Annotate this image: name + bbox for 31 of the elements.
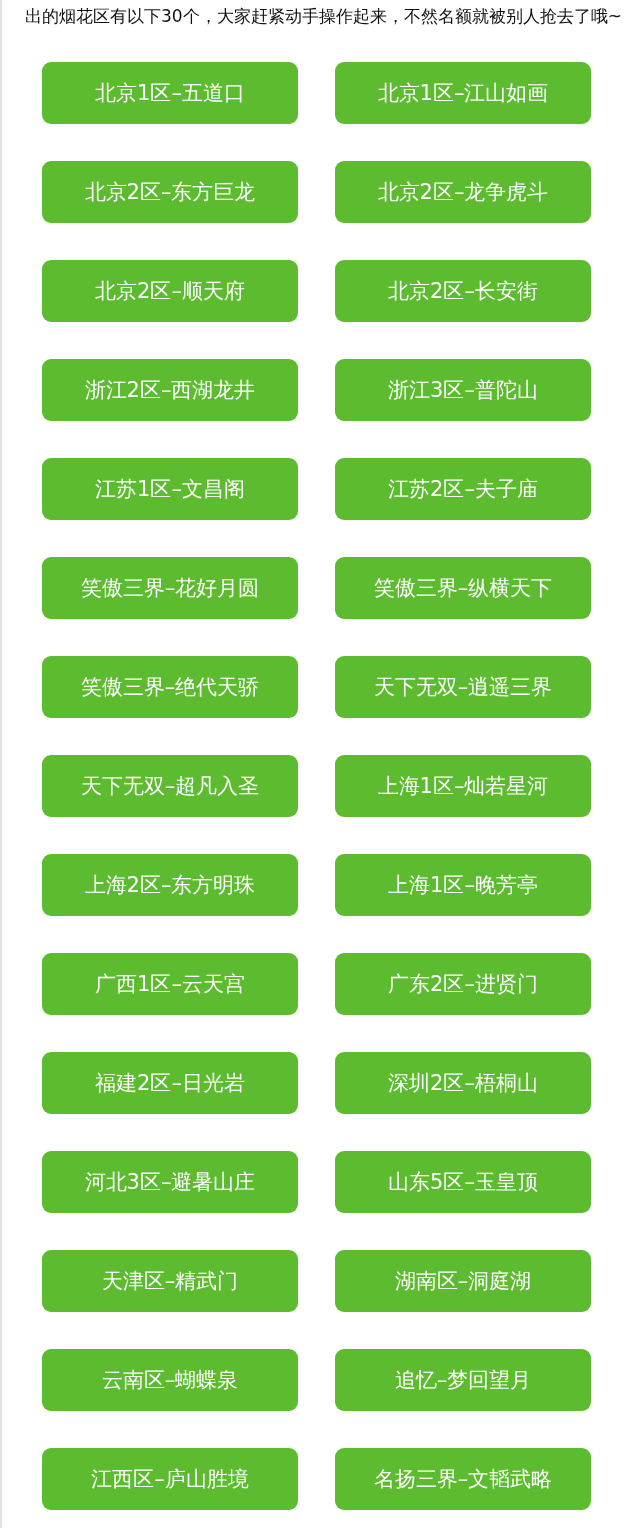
- server-button[interactable]: 天津区–精武门: [42, 1250, 298, 1312]
- server-button[interactable]: 深圳2区–梧桐山: [335, 1052, 591, 1114]
- server-button[interactable]: 北京2区–东方巨龙: [42, 161, 298, 223]
- server-button[interactable]: 上海1区–灿若星河: [335, 755, 591, 817]
- server-button[interactable]: 上海1区–晚芳亭: [335, 854, 591, 916]
- server-button[interactable]: 北京1区–江山如画: [335, 62, 591, 124]
- server-button[interactable]: 天下无双–超凡入圣: [42, 755, 298, 817]
- server-button[interactable]: 浙江2区–西湖龙井: [42, 359, 298, 421]
- server-button[interactable]: 天下无双–逍遥三界: [335, 656, 591, 718]
- server-button[interactable]: 北京1区–五道口: [42, 62, 298, 124]
- server-button[interactable]: 山东5区–玉皇顶: [335, 1151, 591, 1213]
- server-button[interactable]: 江苏2区–夫子庙: [335, 458, 591, 520]
- server-button[interactable]: 江苏1区–文昌阁: [42, 458, 298, 520]
- server-button[interactable]: 河北3区–避暑山庄: [42, 1151, 298, 1213]
- server-button[interactable]: 北京2区–长安街: [335, 260, 591, 322]
- server-button[interactable]: 上海2区–东方明珠: [42, 854, 298, 916]
- server-button[interactable]: 江西区–庐山胜境: [42, 1448, 298, 1510]
- server-button[interactable]: 北京2区–顺天府: [42, 260, 298, 322]
- server-button[interactable]: 浙江3区–普陀山: [335, 359, 591, 421]
- intro-paragraph: 出的烟花区有以下30个，大家赶紧动手操作起来，不然名额就被别人抢去了哦~: [24, 5, 623, 28]
- server-button[interactable]: 笑傲三界–花好月圆: [42, 557, 298, 619]
- server-button[interactable]: 笑傲三界–绝代天骄: [42, 656, 298, 718]
- server-button[interactable]: 福建2区–日光岩: [42, 1052, 298, 1114]
- server-button[interactable]: 广西1区–云天宫: [42, 953, 298, 1015]
- server-button[interactable]: 追忆–梦回望月: [335, 1349, 591, 1411]
- server-button[interactable]: 笑傲三界–纵横天下: [335, 557, 591, 619]
- server-button[interactable]: 云南区–蝴蝶泉: [42, 1349, 298, 1411]
- server-button[interactable]: 名扬三界–文韬武略: [335, 1448, 591, 1510]
- server-button[interactable]: 湖南区–洞庭湖: [335, 1250, 591, 1312]
- server-button[interactable]: 广东2区–进贤门: [335, 953, 591, 1015]
- server-button[interactable]: 北京2区–龙争虎斗: [335, 161, 591, 223]
